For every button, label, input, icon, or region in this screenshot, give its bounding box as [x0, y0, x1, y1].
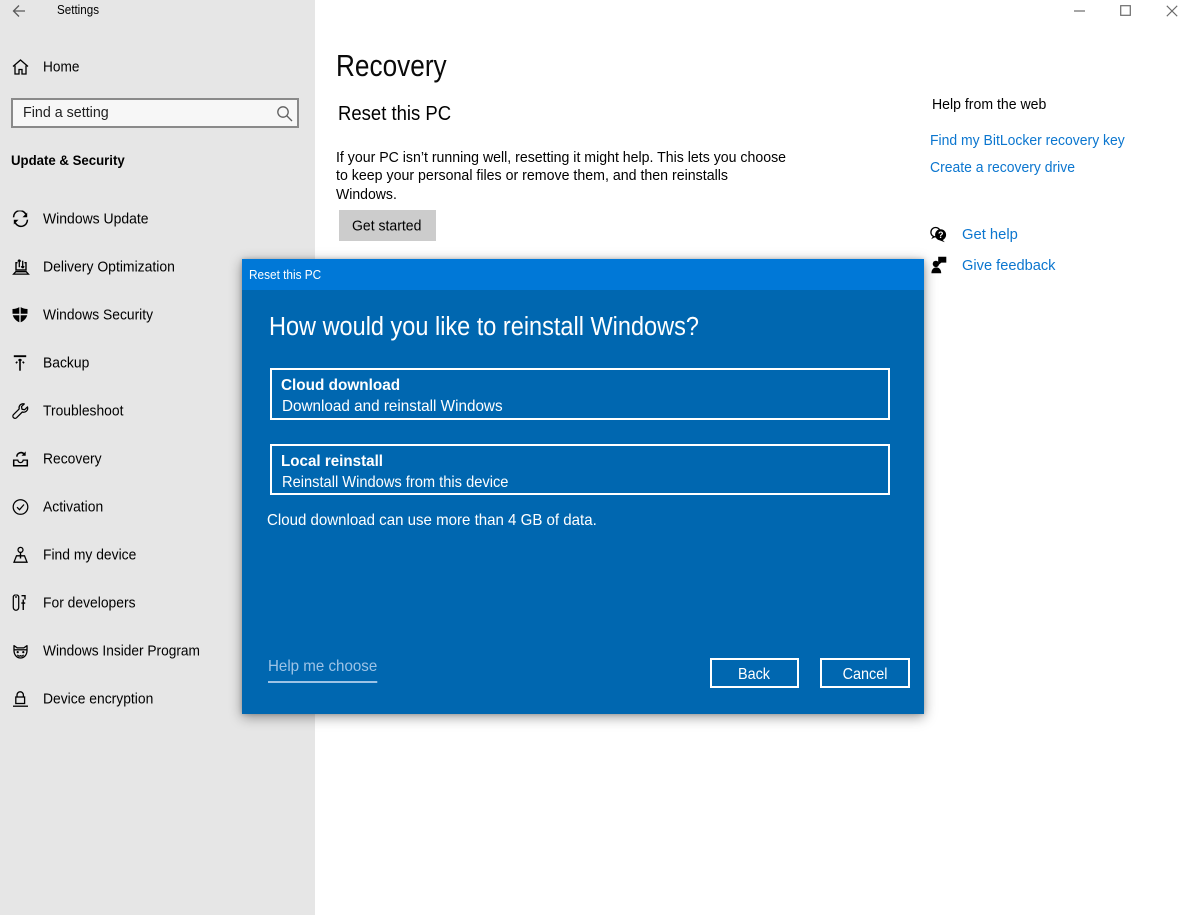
svg-text:?: ? — [938, 230, 944, 240]
